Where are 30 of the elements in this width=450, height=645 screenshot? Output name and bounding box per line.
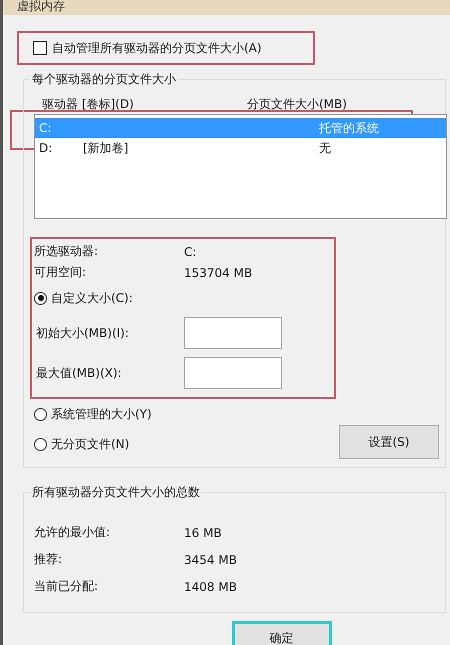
- field-label: 初始大小(MB)(I):: [36, 324, 130, 342]
- checkbox-label: 自动管理所有驱动器的分页文件大小(A): [52, 40, 262, 56]
- radio-label: 自定义大小(C):: [51, 290, 133, 306]
- radio-button[interactable]: [34, 292, 47, 304]
- input-field[interactable]: [184, 317, 282, 349]
- field-value: C:: [184, 244, 198, 258]
- field-value: 3454 MB: [184, 552, 238, 566]
- field-label: 所选驱动器:: [34, 243, 100, 260]
- field-label: 可用空间:: [34, 264, 88, 281]
- field-value: 16 MB: [184, 526, 223, 540]
- input-field[interactable]: [184, 357, 282, 389]
- window-title: 虚拟内存: [17, 0, 65, 15]
- field-label: 推荐:: [34, 551, 64, 568]
- set-button[interactable]: 设置(S): [339, 425, 439, 459]
- field-label: 允许的最小值:: [34, 524, 112, 541]
- column-header: 分页文件大小(MB): [247, 96, 348, 112]
- group-title: 每个驱动器的分页文件大小: [31, 71, 177, 88]
- radio-label: 无分页文件(N): [51, 436, 130, 452]
- field-label: 当前已分配:: [34, 578, 100, 595]
- ok-button[interactable]: 确定: [232, 621, 332, 645]
- radio-label: 系统管理的大小(Y): [51, 406, 152, 422]
- radio-button[interactable]: [34, 408, 47, 420]
- column-header: 驱动器 [卷标](D): [42, 96, 135, 112]
- field-value: 153704 MB: [184, 266, 254, 280]
- checkbox[interactable]: [33, 41, 47, 55]
- field-label: 最大值(MB)(X):: [36, 364, 123, 382]
- group-title: 所有驱动器分页文件大小的总数: [31, 484, 201, 501]
- field-value: 1408 MB: [184, 580, 238, 594]
- radio-button[interactable]: [34, 438, 47, 450]
- drive-row[interactable]: D: [新加卷] 无: [35, 138, 446, 158]
